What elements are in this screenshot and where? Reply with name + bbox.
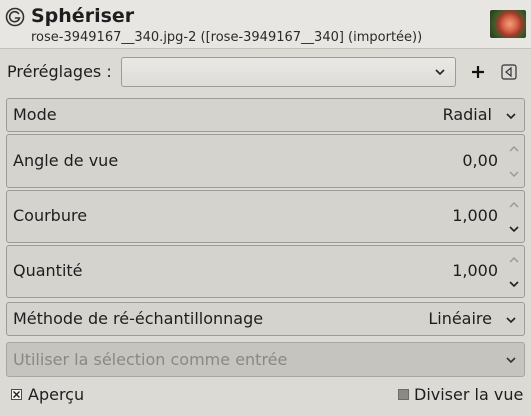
spin-up-icon[interactable] <box>508 143 520 155</box>
curvature-label: Courbure <box>13 206 88 225</box>
angle-label: Angle de vue <box>13 151 119 170</box>
amount-value[interactable]: 1,000 <box>452 260 498 282</box>
image-thumbnail <box>490 10 526 38</box>
mode-value: Radial <box>442 105 492 124</box>
preview-checkbox[interactable] <box>11 389 22 400</box>
dialog-title: Sphériser <box>31 5 135 27</box>
preview-label[interactable]: Aperçu <box>28 384 84 406</box>
chevron-down-icon <box>435 69 445 76</box>
split-view-label[interactable]: Diviser la vue <box>414 384 523 406</box>
split-view-checkbox[interactable] <box>398 389 409 400</box>
chevron-down-icon <box>506 317 516 324</box>
resampling-combo[interactable]: Méthode de ré-échantillonnage Linéaire <box>6 302 525 336</box>
presets-label: Préréglages : <box>7 62 112 81</box>
mode-label: Mode <box>13 105 57 124</box>
add-preset-button[interactable] <box>467 61 489 83</box>
selection-input-combo[interactable]: Utiliser la sélection comme entrée <box>6 342 525 377</box>
add-icon <box>472 66 484 78</box>
angle-value[interactable]: 0,00 <box>462 150 498 172</box>
selection-input-label: Utiliser la sélection comme entrée <box>13 350 288 369</box>
menu-icon <box>501 64 517 80</box>
gimp-wilber-icon <box>5 7 25 27</box>
resampling-label: Méthode de ré-échantillonnage <box>13 309 264 328</box>
angle-spin-field[interactable]: Angle de vue 0,00 <box>6 134 525 188</box>
resampling-value: Linéaire <box>428 309 492 328</box>
curvature-value[interactable]: 1,000 <box>452 205 498 227</box>
spin-up-icon[interactable] <box>508 254 520 266</box>
dialog-subtitle: rose-3949167__340.jpg-2 ([rose-3949167__… <box>31 30 423 45</box>
dialog-header: Sphériser rose-3949167__340.jpg-2 ([rose… <box>0 0 531 49</box>
presets-combo[interactable] <box>121 57 456 87</box>
mode-combo[interactable]: Mode Radial <box>6 98 525 132</box>
spin-down-icon[interactable] <box>508 168 520 180</box>
preset-menu-button[interactable] <box>498 61 520 83</box>
chevron-down-icon <box>506 113 516 120</box>
spin-down-icon[interactable] <box>508 223 520 235</box>
curvature-spin-field[interactable]: Courbure 1,000 <box>6 190 525 243</box>
chevron-down-icon <box>506 357 516 364</box>
spin-up-icon[interactable] <box>508 199 520 211</box>
spin-down-icon[interactable] <box>508 278 520 290</box>
amount-label: Quantité <box>13 261 83 280</box>
amount-spin-field[interactable]: Quantité 1,000 <box>6 245 525 298</box>
